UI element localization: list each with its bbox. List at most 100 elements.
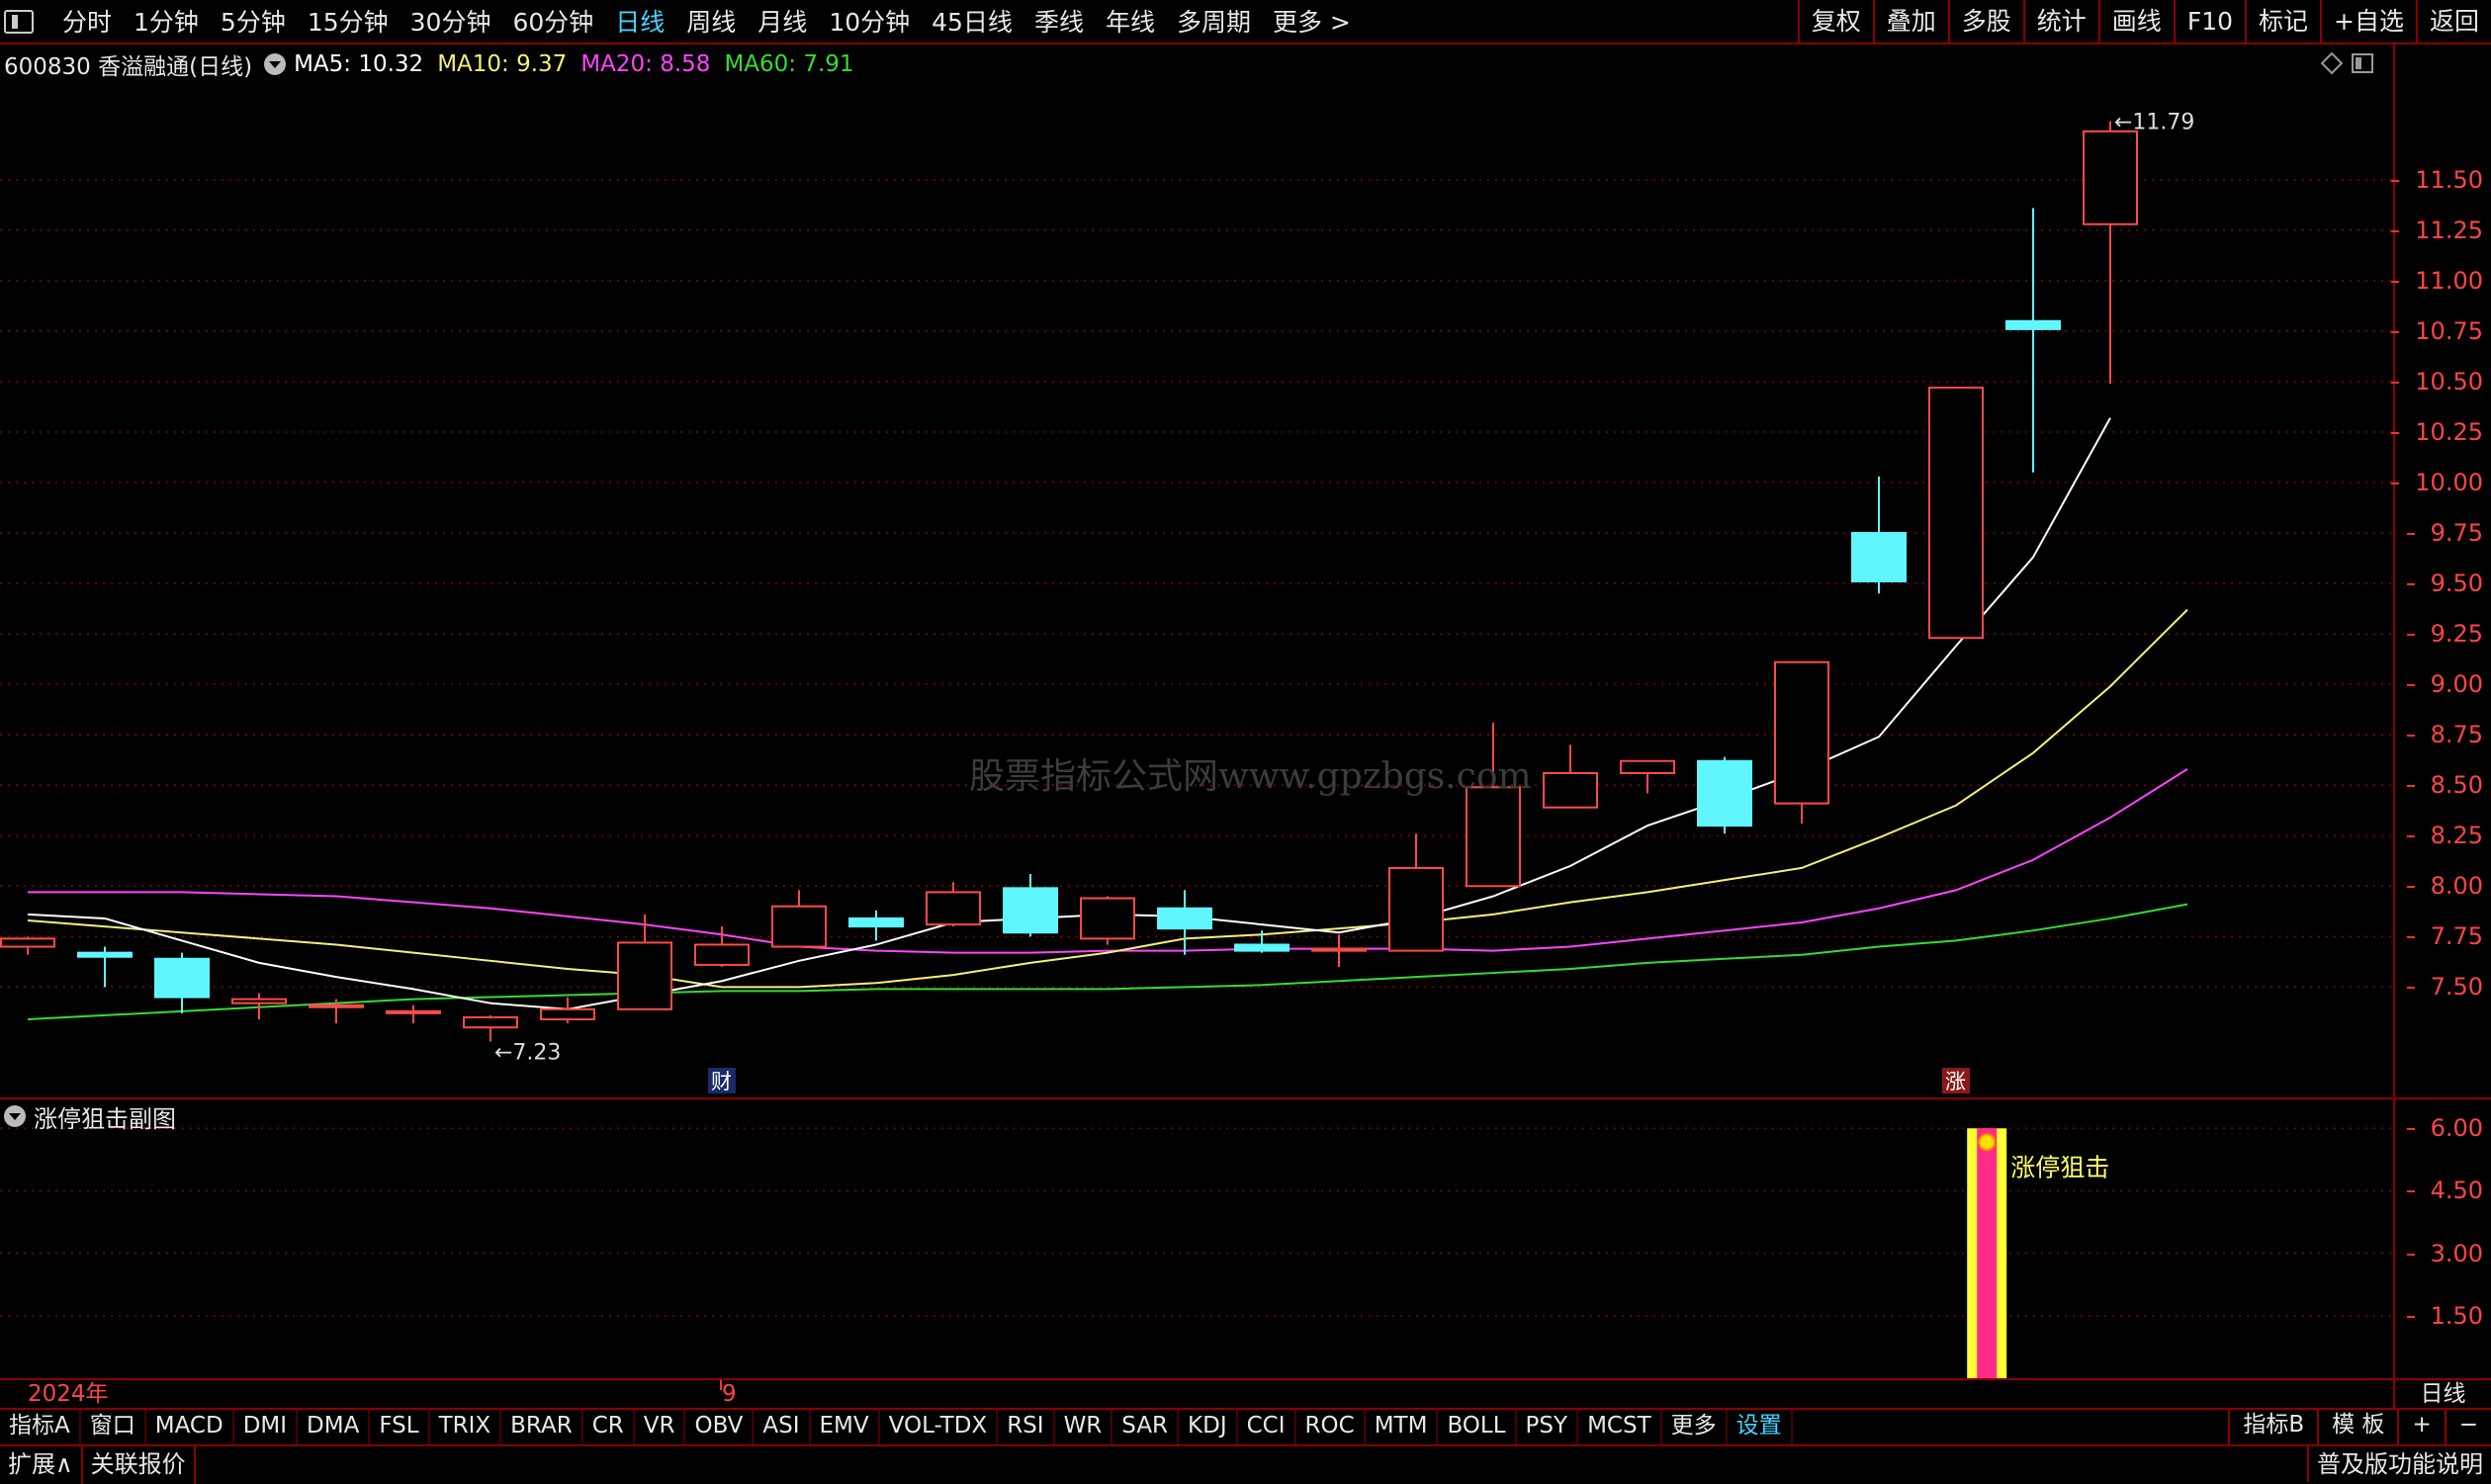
signal-label: 涨停狙击 xyxy=(2010,1153,2109,1181)
candle xyxy=(1851,476,1907,594)
toolbar-button[interactable]: F10 xyxy=(2173,0,2245,44)
indicator-tab[interactable]: WR xyxy=(1055,1410,1113,1444)
toolbar-button[interactable]: 复权 xyxy=(1797,0,1873,44)
indicator-tab[interactable]: CR xyxy=(583,1410,635,1444)
indicator-right-button[interactable]: + xyxy=(2397,1408,2444,1444)
period-label: 日线 xyxy=(2393,1380,2491,1410)
indicator-tabs-right: 指标B 模 板 + − xyxy=(2228,1408,2491,1444)
indicator-tab[interactable]: CCI xyxy=(1238,1410,1296,1444)
indicator-tab[interactable]: 指标A xyxy=(0,1410,81,1444)
price-tick-label: 8.75 xyxy=(2406,721,2483,749)
sub-tick-label: 4.50 xyxy=(2406,1177,2483,1205)
candle xyxy=(1697,756,1752,834)
price-tick-label: 11.50 xyxy=(2391,165,2483,194)
period-tab[interactable]: 日线 xyxy=(604,0,675,44)
indicator-right-button[interactable]: 模 板 xyxy=(2317,1408,2397,1444)
indicator-tab[interactable]: MCST xyxy=(1578,1410,1662,1444)
indicator-right-button[interactable]: 指标B xyxy=(2228,1408,2317,1444)
up-candle-body xyxy=(0,937,55,948)
indicator-subchart[interactable]: 涨停狙击 xyxy=(0,1099,2393,1378)
indicator-tab[interactable]: BOLL xyxy=(1438,1410,1517,1444)
period-tab[interactable]: 5分钟 xyxy=(210,0,297,44)
price-tick-label: 7.50 xyxy=(2406,973,2483,1002)
indicator-tab[interactable]: KDJ xyxy=(1179,1410,1238,1444)
period-tab[interactable]: 多周期 xyxy=(1166,0,1262,44)
expand-button[interactable]: 扩展∧ xyxy=(0,1446,83,1484)
period-tab[interactable]: 月线 xyxy=(747,0,818,44)
indicator-tab[interactable]: BRAR xyxy=(501,1410,583,1444)
period-tab[interactable]: 30分钟 xyxy=(400,0,502,44)
up-candle-body xyxy=(1388,866,1444,952)
price-axis: 11.50 11.25 11.00 10.75 10.50 10.25 10.00 9.75 9… xyxy=(2391,44,2491,1097)
related-quotes-button[interactable]: 关联报价 xyxy=(83,1446,196,1484)
toolbar-button[interactable]: 画线 xyxy=(2097,0,2174,44)
date-label-month: 9 xyxy=(722,1381,737,1407)
down-candle-body xyxy=(848,917,904,928)
indicator-tab[interactable]: DMA xyxy=(298,1410,371,1444)
indicator-tab[interactable]: VR xyxy=(635,1410,686,1444)
candle xyxy=(77,946,133,988)
period-tab[interactable]: 1分钟 xyxy=(123,0,210,44)
price-tick-label: 7.75 xyxy=(2406,922,2483,951)
indicator-tab[interactable]: 更多 xyxy=(1662,1410,1728,1444)
up-candle-body xyxy=(1466,786,1521,888)
period-tab[interactable]: 60分钟 xyxy=(501,0,604,44)
indicator-tab[interactable]: DMI xyxy=(234,1410,299,1444)
indicator-tab[interactable]: EMV xyxy=(811,1410,880,1444)
candle xyxy=(0,936,55,955)
indicator-tab[interactable]: ROC xyxy=(1296,1410,1366,1444)
indicator-tab[interactable]: ASI xyxy=(754,1410,811,1444)
indicator-tab[interactable]: PSY xyxy=(1517,1410,1579,1444)
up-candle-body xyxy=(1311,947,1367,952)
candle xyxy=(1620,759,1675,794)
indicator-tab[interactable]: TRIX xyxy=(430,1410,502,1444)
indicator-tab[interactable]: MACD xyxy=(146,1410,234,1444)
period-tab[interactable]: 周线 xyxy=(675,0,747,44)
indicator-tabs: 指标A 窗口 MACD DMI DMA FSL TRIX BRAR CR VR OBV ASI EMV V… xyxy=(0,1408,2491,1444)
indicator-tab[interactable]: VOL-TDX xyxy=(880,1410,999,1444)
period-tab[interactable]: 更多 > xyxy=(1262,0,1362,44)
candle xyxy=(154,952,210,1013)
up-candle-body xyxy=(1080,897,1135,940)
period-tab[interactable]: 分时 xyxy=(51,0,123,44)
toolbar-button[interactable]: +自选 xyxy=(2320,0,2416,44)
indicator-tab[interactable]: MTM xyxy=(1366,1410,1439,1444)
toolbar-button[interactable]: 叠加 xyxy=(1872,0,1948,44)
indicator-tab[interactable]: 设置 xyxy=(1728,1410,1793,1444)
candle xyxy=(386,1004,441,1024)
bottom-bar: 扩展∧ 关联报价 普及版功能说明 xyxy=(0,1444,2491,1484)
down-candle-body xyxy=(77,951,133,958)
period-tab[interactable]: 季线 xyxy=(1023,0,1095,44)
toolbar-button[interactable]: 标记 xyxy=(2245,0,2320,44)
candle xyxy=(1388,833,1444,952)
indicator-tab[interactable]: RSI xyxy=(998,1410,1055,1444)
subchart-axis: 6.00 4.50 3.00 1.50 xyxy=(2393,1099,2491,1378)
toolbar-button[interactable]: 返回 xyxy=(2415,0,2491,44)
down-candle-body xyxy=(154,957,210,999)
period-tab[interactable]: 10分钟 xyxy=(818,0,921,44)
indicator-tab[interactable]: SAR xyxy=(1112,1410,1180,1444)
up-candle-body xyxy=(617,941,672,1010)
price-tick-label: 8.25 xyxy=(2406,822,2483,850)
up-candle-body xyxy=(694,943,750,966)
indicator-tab[interactable]: FSL xyxy=(370,1410,430,1444)
event-marker: 财 xyxy=(711,1070,732,1093)
period-tab[interactable]: 年线 xyxy=(1095,0,1166,44)
period-tab[interactable]: 45日线 xyxy=(921,0,1023,44)
price-tick-label: 10.75 xyxy=(2391,316,2483,345)
top-toolbar: 分时 1分钟 5分钟 15分钟 30分钟 60分钟 日线 周线 月线 10分钟 45日线 季线 年线 多周… xyxy=(0,0,2491,44)
indicator-tab[interactable]: 窗口 xyxy=(81,1410,146,1444)
chevron-down-icon[interactable] xyxy=(4,1105,26,1127)
indicator-tab[interactable]: OBV xyxy=(685,1410,755,1444)
edition-info-button[interactable]: 普及版功能说明 xyxy=(2307,1446,2491,1482)
panel-toggle-icon[interactable] xyxy=(4,10,34,34)
date-label-year: 2024年 xyxy=(28,1381,109,1407)
toolbar-button[interactable]: 多股 xyxy=(1947,0,2023,44)
toolbar-button[interactable]: 统计 xyxy=(2022,0,2098,44)
up-candle-body xyxy=(926,891,981,926)
indicator-right-button[interactable]: − xyxy=(2444,1408,2491,1444)
period-tab[interactable]: 15分钟 xyxy=(297,0,400,44)
candlestick-chart[interactable]: ←11.79 ←7.23 财 涨 xyxy=(0,44,2393,1097)
sub-tick-label: 6.00 xyxy=(2406,1114,2483,1143)
down-candle-body xyxy=(1157,907,1212,930)
